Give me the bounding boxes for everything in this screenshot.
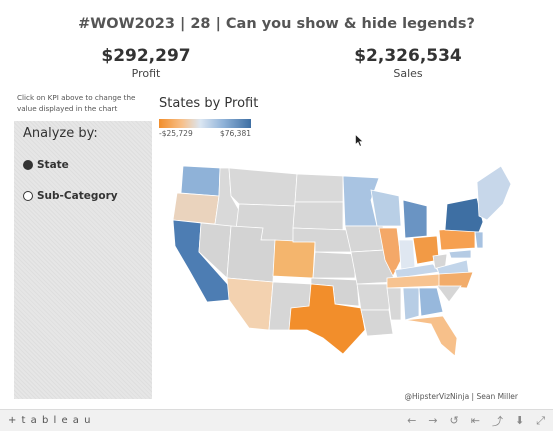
state-south-dakota (292, 201, 344, 231)
radio-selected-icon (23, 160, 33, 170)
state-tennessee (386, 273, 442, 289)
radio-state[interactable]: State (23, 159, 69, 171)
state-washington (180, 165, 221, 197)
tableau-logo[interactable]: + t a b l e a u (8, 415, 91, 426)
dashboard-title: #WOW2023 | 28 | Can you show & hide lege… (78, 16, 475, 32)
analyze-panel: Analyze by: State Sub-Category (14, 121, 152, 399)
pause-icon[interactable]: ⇤ (471, 414, 480, 427)
download-icon[interactable]: ⬇ (515, 414, 524, 427)
state-oregon (172, 192, 220, 225)
state-michigan (402, 199, 428, 239)
state-indiana (398, 239, 416, 271)
legend-max-label: $76,381 (219, 129, 251, 138)
kpi-sales-value: $2,326,534 (354, 46, 462, 66)
radio-state-label: State (37, 159, 69, 171)
state-montana (228, 167, 298, 207)
state-new-england (476, 165, 512, 221)
radio-unselected-icon (23, 191, 33, 201)
kpi-profit[interactable]: $292,297 Profit (90, 46, 202, 80)
undo-icon[interactable]: ← (407, 414, 416, 427)
tableau-toolbar: + t a b l e a u ← → ↺ ⇤ ⤴ ⬇ ⤢ (0, 409, 553, 431)
kpi-sales-label: Sales (393, 67, 423, 80)
state-south-carolina (436, 285, 462, 303)
state-colorado (272, 239, 316, 279)
mouse-cursor-icon (355, 134, 364, 147)
state-north-dakota (294, 173, 344, 203)
us-states-map[interactable] (165, 160, 525, 358)
kpi-sales[interactable]: $2,326,534 Sales (352, 46, 464, 80)
redo-icon[interactable]: → (428, 414, 437, 427)
analyze-heading: Analyze by: (23, 126, 98, 141)
kpi-profit-label: Profit (131, 67, 161, 80)
state-louisiana (360, 309, 394, 337)
state-alabama (402, 287, 420, 321)
radio-sub-category-label: Sub-Category (37, 190, 118, 202)
state-arizona (226, 277, 274, 331)
kpi-hint-text: Click on KPI above to change the value d… (17, 93, 136, 113)
kpi-profit-value: $292,297 (101, 46, 191, 66)
state-new-york (444, 197, 484, 233)
state-new-jersey (474, 231, 484, 249)
fullscreen-icon[interactable]: ⤢ (536, 414, 545, 428)
state-georgia (418, 287, 444, 317)
color-legend: -$25,729 $76,381 (159, 119, 251, 138)
share-icon[interactable]: ⤴ (492, 413, 503, 429)
state-kansas (312, 251, 356, 279)
state-maryland (448, 249, 472, 259)
legend-min-label: -$25,729 (159, 129, 193, 138)
legend-gradient (159, 119, 251, 128)
map-title: States by Profit (159, 96, 259, 111)
radio-sub-category[interactable]: Sub-Category (23, 190, 118, 202)
state-florida (404, 315, 458, 357)
state-arkansas (356, 283, 392, 311)
author-credit: @HipsterVizNinja | Sean Miller (404, 392, 518, 401)
revert-icon[interactable]: ↺ (450, 414, 459, 427)
